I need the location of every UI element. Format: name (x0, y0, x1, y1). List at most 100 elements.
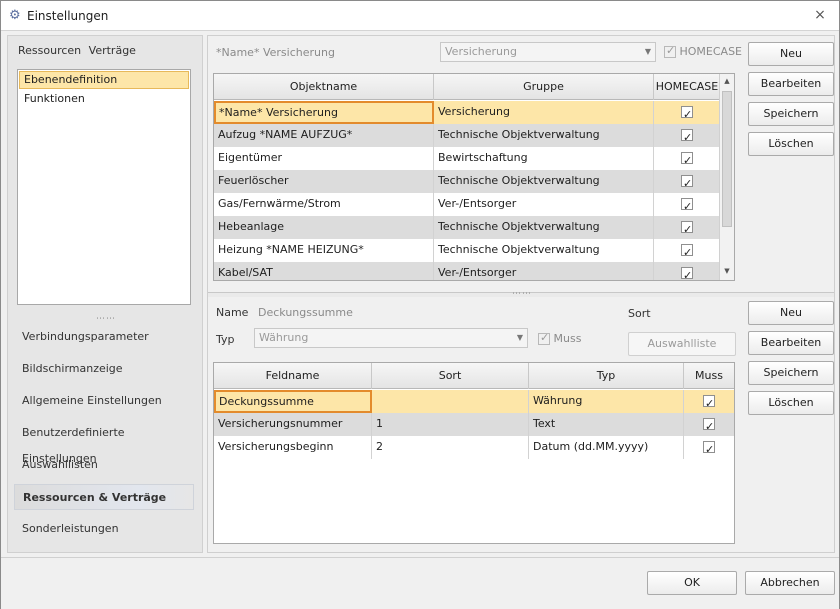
column-header-feldname[interactable]: Feldname (214, 363, 372, 389)
scrollbar-thumb[interactable] (722, 91, 732, 227)
top-save-button[interactable]: Speichern (748, 102, 834, 126)
nav-item-auswahllisten[interactable]: Auswahllisten (14, 452, 194, 478)
group-cell[interactable]: Technische Objektverwaltung (434, 124, 654, 147)
muss-checkbox-wrap[interactable]: Muss (538, 331, 582, 345)
field-name-cell[interactable]: Deckungssumme (214, 390, 372, 413)
field-name-cell[interactable]: Versicherungsbeginn (214, 436, 372, 459)
nav-item-ressourcen-vertraege[interactable]: Ressourcen & Verträge (14, 484, 194, 510)
type-combo[interactable]: Währung ▼ (254, 328, 528, 348)
table-row[interactable]: Versicherungsbeginn 2 Datum (dd.MM.yyyy) (214, 436, 734, 459)
group-cell[interactable]: Ver-/Entsorger (434, 193, 654, 216)
group-cell[interactable]: Bewirtschaftung (434, 147, 654, 170)
table-row[interactable]: Gas/Fernwärme/Strom Ver-/Entsorger (214, 193, 720, 216)
splitter-grip-main[interactable]: ⋯⋯ (512, 289, 532, 299)
column-header-sort[interactable]: Sort (372, 363, 529, 389)
muss-row-checkbox[interactable] (703, 416, 715, 436)
homecase-row-checkbox[interactable] (681, 173, 693, 193)
table-row[interactable]: Hebeanlage Technische Objektverwaltung (214, 216, 720, 239)
bottom-save-button[interactable]: Speichern (748, 361, 834, 385)
object-name-cell[interactable]: Gas/Fernwärme/Strom (214, 193, 434, 216)
ok-button[interactable]: OK (647, 571, 737, 595)
muss-cell (684, 436, 734, 459)
type-cell[interactable]: Datum (dd.MM.yyyy) (529, 436, 684, 459)
object-name-cell[interactable]: Kabel/SAT (214, 262, 434, 280)
left-panel: Ressourcen Verträge Ebenendefinition Fun… (7, 35, 203, 553)
bottom-delete-button[interactable]: Löschen (748, 391, 834, 415)
muss-cell (684, 390, 734, 413)
nav-item-allgemeine-einstellungen[interactable]: Allgemeine Einstellungen (14, 388, 194, 414)
field-name-cell[interactable]: Versicherungsnummer (214, 413, 372, 436)
objects-table-scrollbar[interactable]: ▲ ▼ (719, 74, 734, 280)
splitter-grip[interactable]: ⋯⋯ (96, 314, 116, 324)
scroll-down-icon[interactable]: ▼ (720, 264, 734, 279)
object-name-cell[interactable]: Hebeanlage (214, 216, 434, 239)
group-cell[interactable]: Technische Objektverwaltung (434, 239, 654, 262)
bottom-edit-button[interactable]: Bearbeiten (748, 331, 834, 355)
group-cell[interactable]: Technische Objektverwaltung (434, 216, 654, 239)
homecase-checkbox[interactable] (664, 44, 676, 58)
top-delete-button[interactable]: Löschen (748, 132, 834, 156)
main-panel: *Name* Versicherung Versicherung ▼ HOMEC… (207, 35, 835, 553)
table-row[interactable]: Aufzug *NAME AUFZUG* Technische Objektve… (214, 124, 720, 147)
table-row[interactable]: Feuerlöscher Technische Objektverwaltung (214, 170, 720, 193)
group-cell[interactable]: Versicherung (434, 101, 654, 124)
nav-item-benutzerdefinierte-einstellungen[interactable]: Benutzerdefinierte Einstellungen (14, 420, 194, 465)
table-row[interactable]: Versicherungsnummer 1 Text (214, 413, 734, 436)
group-combo-value: Versicherung (445, 45, 517, 58)
homecase-row-checkbox[interactable] (681, 150, 693, 170)
column-header-typ[interactable]: Typ (529, 363, 684, 389)
group-combo[interactable]: Versicherung ▼ (440, 42, 656, 62)
type-cell[interactable]: Text (529, 413, 684, 436)
selection-list-button[interactable]: Auswahlliste (628, 332, 736, 356)
column-header-homecase[interactable]: HOMECASE (654, 74, 720, 100)
table-row[interactable]: Kabel/SAT Ver-/Entsorger (214, 262, 720, 280)
homecase-row-checkbox[interactable] (681, 265, 693, 280)
object-name-cell[interactable]: *Name* Versicherung (214, 101, 434, 124)
homecase-cell (654, 193, 720, 216)
scroll-up-icon[interactable]: ▲ (720, 74, 734, 89)
homecase-row-checkbox[interactable] (681, 242, 693, 262)
homecase-row-checkbox[interactable] (681, 104, 693, 124)
nav-item-verbindungsparameter[interactable]: Verbindungsparameter (14, 324, 194, 350)
object-name-cell[interactable]: Eigentümer (214, 147, 434, 170)
table-row[interactable]: *Name* Versicherung Versicherung (214, 101, 720, 124)
table-row[interactable]: Heizung *NAME HEIZUNG* Technische Objekt… (214, 239, 720, 262)
muss-checkbox[interactable] (538, 331, 550, 345)
sort-cell[interactable] (372, 390, 529, 413)
object-name-cell[interactable]: Heizung *NAME HEIZUNG* (214, 239, 434, 262)
bottom-new-button[interactable]: Neu (748, 301, 834, 325)
column-header-gruppe[interactable]: Gruppe (434, 74, 654, 100)
nav-item-bildschirmanzeige[interactable]: Bildschirmanzeige (14, 356, 194, 382)
group-cell[interactable]: Technische Objektverwaltung (434, 170, 654, 193)
homecase-row-checkbox[interactable] (681, 196, 693, 216)
table-row[interactable]: Eigentümer Bewirtschaftung (214, 147, 720, 170)
table-row[interactable]: Deckungssumme Währung (214, 390, 734, 413)
top-new-button[interactable]: Neu (748, 42, 834, 66)
homecase-row-checkbox[interactable] (681, 219, 693, 239)
homecase-row-checkbox[interactable] (681, 127, 693, 147)
cancel-button[interactable]: Abbrechen (745, 571, 835, 595)
type-cell[interactable]: Währung (529, 390, 684, 413)
group-cell[interactable]: Ver-/Entsorger (434, 262, 654, 280)
nav-item-sonderleistungen[interactable]: Sonderleistungen (14, 516, 194, 542)
object-name-cell[interactable]: Aufzug *NAME AUFZUG* (214, 124, 434, 147)
muss-label: Muss (553, 332, 582, 345)
list-item-ebenendefinition[interactable]: Ebenendefinition (19, 71, 189, 89)
sort-cell[interactable]: 1 (372, 413, 529, 436)
resources-header-part: Ressourcen (18, 44, 82, 57)
sort-cell[interactable]: 2 (372, 436, 529, 459)
homecase-checkbox-wrap[interactable]: HOMECASE (664, 44, 742, 58)
horizontal-splitter[interactable]: ⋯⋯ (208, 289, 834, 299)
muss-row-checkbox[interactable] (703, 439, 715, 459)
column-header-muss[interactable]: Muss (684, 363, 734, 389)
close-icon[interactable]: × (811, 6, 829, 24)
list-item-funktionen[interactable]: Funktionen (19, 90, 189, 108)
top-edit-button[interactable]: Bearbeiten (748, 72, 834, 96)
type-combo-value: Währung (259, 331, 309, 344)
homecase-cell (654, 216, 720, 239)
sort-label: Sort (628, 307, 651, 320)
muss-row-checkbox[interactable] (703, 393, 715, 413)
column-header-objektname[interactable]: Objektname (214, 74, 434, 100)
settings-window: ⚙ Einstellungen × Ressourcen Verträge Eb… (0, 0, 840, 609)
object-name-cell[interactable]: Feuerlöscher (214, 170, 434, 193)
